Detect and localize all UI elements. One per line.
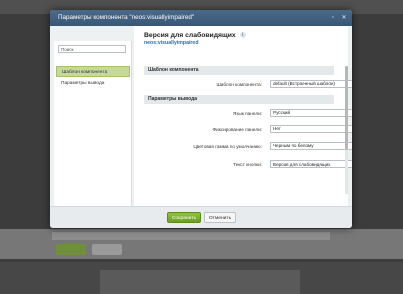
- background-button: [56, 244, 86, 255]
- template-select[interactable]: default (Встроенный шаблон) ⌄: [270, 80, 352, 88]
- field-label-button-text: Текст кнопки:: [233, 162, 262, 167]
- button-text-input[interactable]: [270, 160, 352, 168]
- sidebar-item-output-params[interactable]: Параметры вывода: [56, 78, 130, 89]
- language-select[interactable]: Русский ⌄: [270, 109, 352, 117]
- sidebar-item-template[interactable]: Шаблон компонента: [56, 66, 130, 77]
- scrollbar-thumb[interactable]: [345, 66, 348, 150]
- page-title-text: Версия для слабовидящих: [144, 32, 236, 39]
- background-block: [100, 270, 300, 294]
- fixed-panel-select[interactable]: Нет ⌄: [270, 125, 352, 133]
- search-input[interactable]: [58, 45, 126, 53]
- template-select-value: default (Встроенный шаблон): [273, 81, 335, 86]
- background-bar: [52, 232, 330, 240]
- dialog-title: Параметры компонента "neos:visuallyimpai…: [58, 14, 195, 21]
- component-code: neos:visuallyimpaired: [144, 40, 199, 46]
- field-label-language: Язык панели:: [232, 111, 262, 116]
- language-select-value: Русский: [273, 110, 291, 115]
- info-icon[interactable]: i: [239, 32, 246, 38]
- fixed-panel-select-value: Нет: [273, 126, 281, 131]
- dialog-footer: Сохранить Отменить: [50, 206, 352, 228]
- page-title: Версия для слабовидящих i: [144, 32, 246, 39]
- content-panel: Версия для слабовидящих i neos:visuallyim…: [134, 26, 352, 206]
- sidebar: Шаблон компонента Параметры вывода: [54, 41, 132, 206]
- dialog-body: Шаблон компонента Параметры вывода Верси…: [50, 26, 352, 206]
- component-settings-dialog: Параметры компонента "neos:visuallyimpai…: [50, 10, 352, 228]
- cancel-button[interactable]: Отменить: [204, 212, 236, 223]
- field-label-fixed: Фиксирование панели:: [212, 127, 262, 132]
- field-label-template: Шаблон компонента:: [216, 82, 262, 87]
- save-button[interactable]: Сохранить: [167, 212, 201, 223]
- dialog-titlebar[interactable]: Параметры компонента "neos:visuallyimpai…: [50, 10, 352, 26]
- window-controls: ▫ ✕: [330, 15, 347, 21]
- maximize-icon[interactable]: ▫: [330, 15, 336, 21]
- background-button: [92, 244, 122, 255]
- scrollbar[interactable]: [345, 66, 348, 194]
- section-header-template: Шаблон компонента: [144, 66, 334, 75]
- color-scheme-select[interactable]: Черным по белому ⌄: [270, 142, 352, 150]
- section-header-output: Параметры вывода: [144, 95, 334, 104]
- close-icon[interactable]: ✕: [341, 15, 347, 21]
- color-scheme-select-value: Черным по белому: [273, 143, 314, 148]
- field-label-color-scheme: Цветовая гамма по умолчанию:: [193, 144, 262, 149]
